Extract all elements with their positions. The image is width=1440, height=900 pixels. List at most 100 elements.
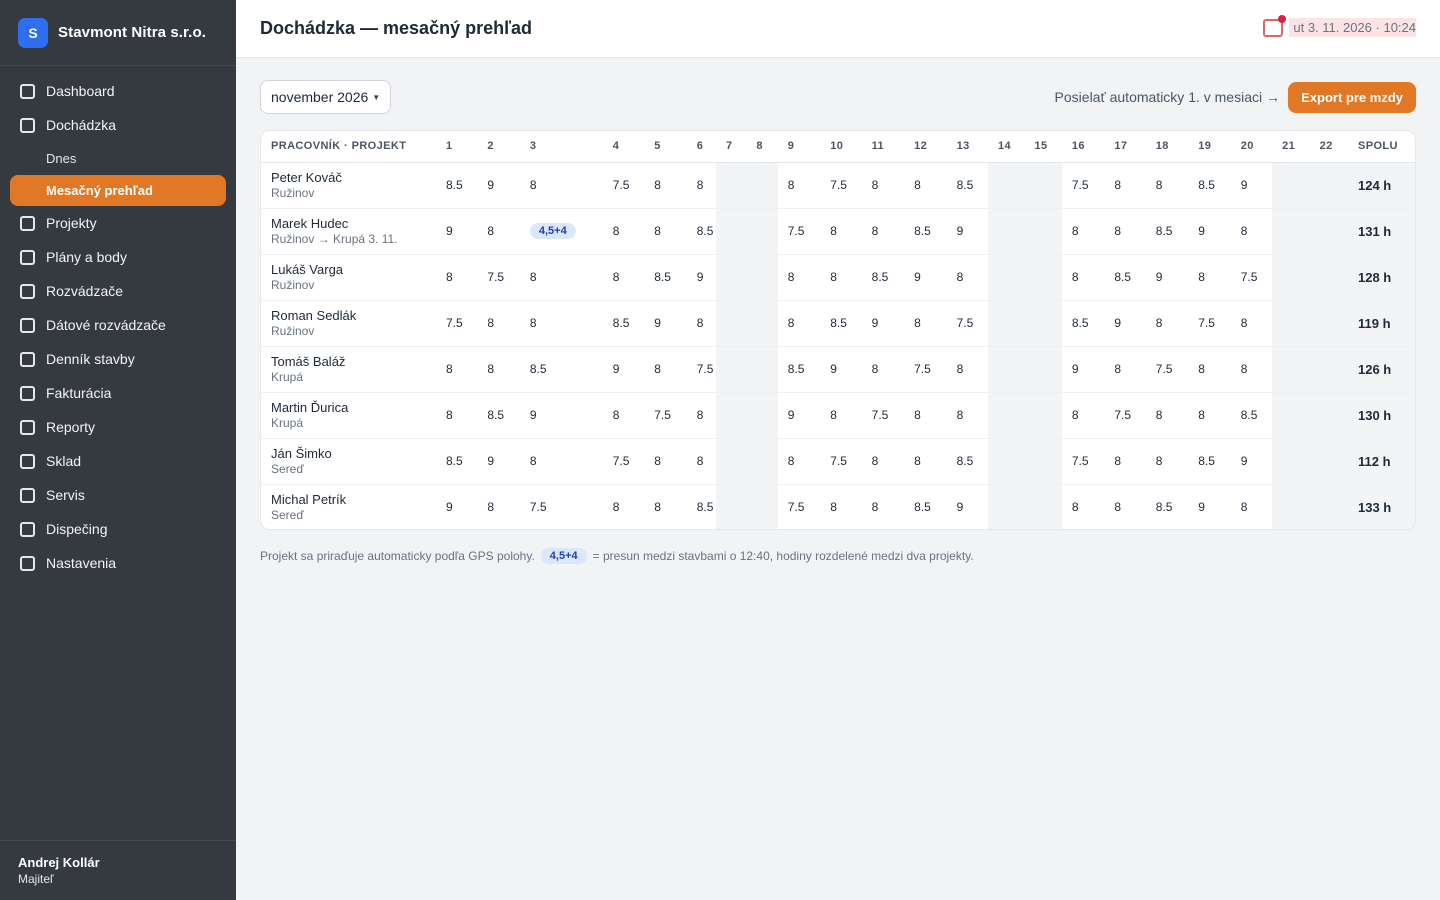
hours-cell[interactable]: 7.5	[820, 438, 862, 485]
hours-cell[interactable]: 8	[820, 484, 861, 529]
hours-cell[interactable]: 8	[477, 484, 519, 529]
weekend-cell[interactable]	[716, 392, 747, 439]
hours-cell[interactable]: 8.5	[1230, 392, 1273, 439]
hours-cell[interactable]: 8	[1104, 208, 1146, 255]
hours-cell[interactable]: 9	[644, 300, 687, 347]
hours-cell[interactable]: 7.5	[477, 254, 520, 301]
weekend-cell[interactable]	[1024, 346, 1062, 393]
hours-cell[interactable]: 9	[1104, 300, 1146, 347]
hours-cell[interactable]: 9	[820, 346, 862, 393]
hours-cell[interactable]: 7.5	[1230, 254, 1273, 301]
hours-cell[interactable]: 8	[1145, 162, 1189, 209]
table-row[interactable]: Marek Hudec Ružinov → Krupá 3. 11. 9 8 4,5+4…	[261, 208, 1415, 255]
hours-cell[interactable]: 8.5	[777, 346, 821, 393]
hours-cell[interactable]: 9	[1061, 346, 1105, 393]
hours-cell[interactable]: 8	[519, 300, 603, 347]
weekend-cell[interactable]	[1024, 392, 1062, 439]
hours-cell[interactable]: 9	[861, 300, 905, 347]
hours-cell[interactable]: 8	[644, 346, 687, 393]
weekend-cell[interactable]	[746, 438, 778, 485]
hours-cell[interactable]: 9	[436, 484, 477, 529]
hours-cell[interactable]: 9	[477, 162, 520, 209]
weekend-cell[interactable]	[1272, 484, 1310, 529]
hours-cell[interactable]: 8	[946, 392, 989, 439]
hours-cell[interactable]: 8	[1061, 254, 1105, 301]
hours-cell[interactable]: 8	[477, 208, 520, 255]
hours-cell[interactable]: 8.5	[946, 438, 989, 485]
hours-cell[interactable]: 8	[1145, 392, 1189, 439]
hours-cell[interactable]: 8.5	[519, 346, 603, 393]
weekend-cell[interactable]	[746, 254, 778, 301]
hours-cell[interactable]: 9	[777, 392, 821, 439]
hours-cell[interactable]: 8	[777, 162, 821, 209]
hours-cell[interactable]: 8	[477, 300, 520, 347]
hours-cell[interactable]: 8.5	[477, 392, 520, 439]
hours-cell[interactable]: 8	[862, 484, 904, 529]
sidebar-item-plany[interactable]: Plány a body	[0, 240, 236, 274]
hours-cell[interactable]: 8.5	[946, 162, 989, 209]
weekend-cell[interactable]	[746, 162, 778, 209]
hours-cell[interactable]: 9	[519, 392, 603, 439]
weekend-cell[interactable]	[716, 162, 747, 209]
table-row[interactable]: Michal Petrík Sereď 9 8 7.5 8 8 8.5 7.5 8 8 8.5 9 8 8 8…	[261, 484, 1415, 529]
hours-cell[interactable]: 8	[1230, 208, 1273, 255]
hours-cell[interactable]: 8.5	[1188, 162, 1231, 209]
weekend-cell[interactable]	[988, 208, 1025, 255]
weekend-cell[interactable]	[746, 300, 778, 347]
hours-cell[interactable]: 9	[947, 484, 988, 529]
weekend-cell[interactable]	[1024, 254, 1062, 301]
hours-cell[interactable]: 9	[1145, 254, 1189, 301]
hours-cell[interactable]: 8	[1104, 484, 1145, 529]
hours-cell[interactable]: 9	[602, 346, 645, 393]
weekend-cell[interactable]	[988, 392, 1025, 439]
hours-cell[interactable]: 8	[946, 346, 989, 393]
sidebar-item-dennik[interactable]: Denník stavby	[0, 342, 236, 376]
hours-cell[interactable]: 9	[1230, 162, 1273, 209]
weekend-cell[interactable]	[746, 346, 778, 393]
hours-cell[interactable]: 7.5	[820, 162, 862, 209]
sidebar-item-reporty[interactable]: Reporty	[0, 410, 236, 444]
hours-cell[interactable]: 8.5	[686, 208, 717, 255]
hours-cell[interactable]: 7.5	[778, 484, 820, 529]
hours-cell[interactable]: 8.5	[435, 438, 478, 485]
sidebar-subitem-dnes[interactable]: Dnes	[0, 142, 236, 175]
weekend-cell[interactable]	[1272, 208, 1310, 255]
hours-cell[interactable]: 8	[820, 208, 862, 255]
hours-cell[interactable]: 8	[602, 392, 645, 439]
hours-cell[interactable]: 8	[1188, 346, 1231, 393]
hours-cell[interactable]: 7.5	[602, 438, 645, 485]
hours-cell[interactable]: 8	[904, 438, 947, 485]
hours-cell[interactable]: 7.5	[861, 392, 905, 439]
hours-cell[interactable]: 7.5	[686, 346, 717, 393]
weekend-cell[interactable]	[988, 254, 1025, 301]
hours-cell[interactable]: 9	[435, 208, 478, 255]
weekend-cell[interactable]	[1272, 254, 1310, 301]
sidebar-item-sklad[interactable]: Sklad	[0, 444, 236, 478]
hours-cell[interactable]: 7.5	[1061, 162, 1105, 209]
weekend-cell[interactable]	[1309, 254, 1348, 301]
weekend-cell[interactable]	[988, 300, 1025, 347]
hours-cell[interactable]: 8	[435, 254, 478, 301]
hours-cell[interactable]: 7.5	[1188, 300, 1231, 347]
weekend-cell[interactable]	[988, 162, 1025, 209]
hours-cell[interactable]: 8	[820, 254, 862, 301]
weekend-cell[interactable]	[746, 484, 778, 529]
hours-cell[interactable]: 9	[1188, 484, 1230, 529]
hours-cell[interactable]: 8	[777, 254, 821, 301]
hours-cell[interactable]: 8	[1145, 438, 1189, 485]
hours-cell[interactable]: 7.5	[644, 392, 687, 439]
hours-cell[interactable]: 8.5	[1061, 300, 1105, 347]
weekend-cell[interactable]	[1309, 300, 1348, 347]
hours-cell[interactable]: 8.5	[861, 254, 905, 301]
hours-cell[interactable]: 8	[686, 438, 717, 485]
hours-cell[interactable]: 8	[904, 300, 947, 347]
hours-cell[interactable]: 7.5	[1104, 392, 1146, 439]
weekend-cell[interactable]	[746, 392, 778, 439]
hours-cell[interactable]: 7.5	[1145, 346, 1189, 393]
weekend-cell[interactable]	[1272, 162, 1310, 209]
weekend-cell[interactable]	[1309, 346, 1348, 393]
weekend-cell[interactable]	[1024, 484, 1062, 529]
sidebar-item-fakturacia[interactable]: Fakturácia	[0, 376, 236, 410]
sidebar-item-dochadzka[interactable]: Dochádzka	[0, 108, 236, 142]
hours-cell[interactable]: 7.5	[435, 300, 478, 347]
